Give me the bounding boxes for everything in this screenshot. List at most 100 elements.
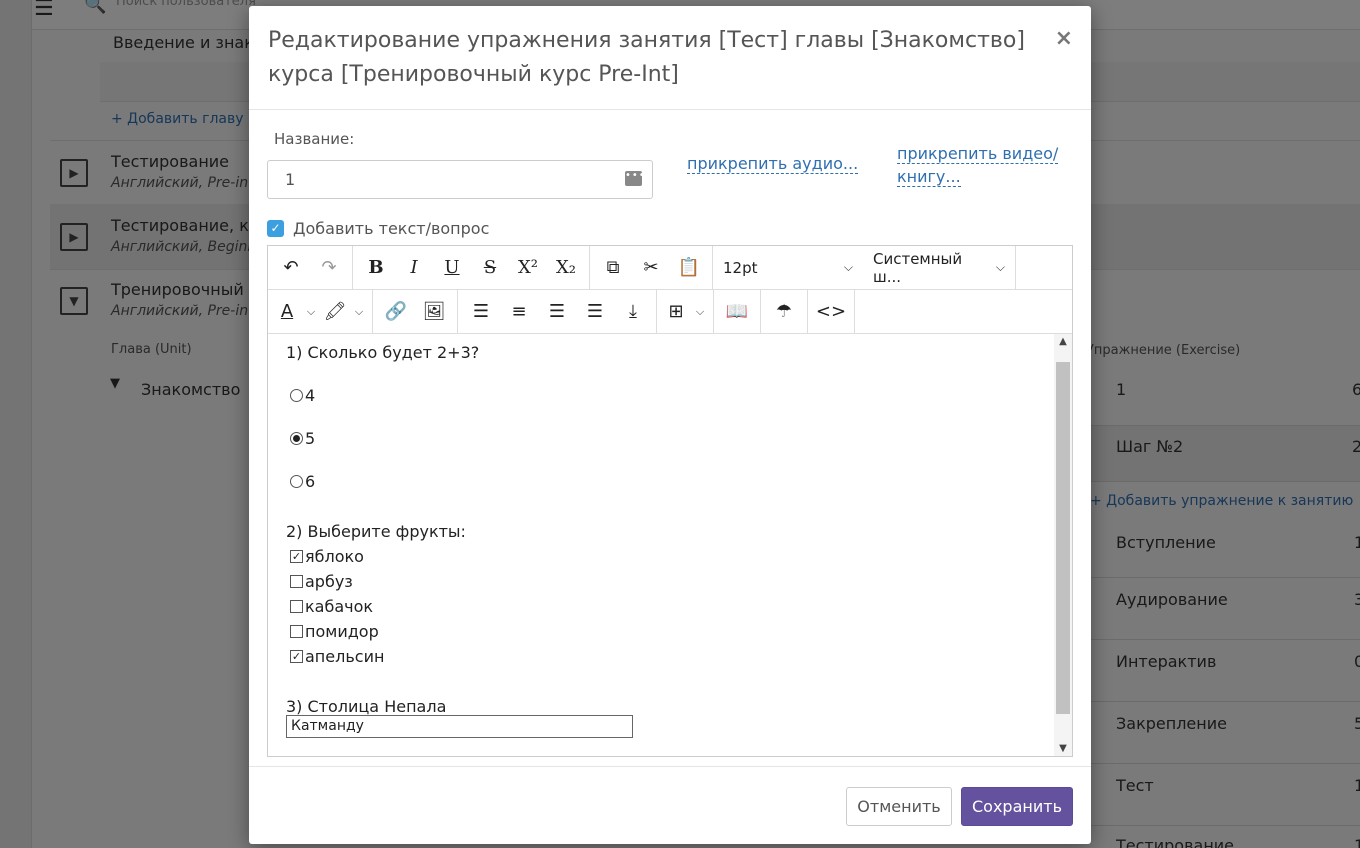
close-icon[interactable]: × <box>1055 26 1073 51</box>
redo-icon[interactable]: ↷ <box>310 251 348 285</box>
radio-option[interactable]: 6 <box>290 472 315 491</box>
radio-button[interactable] <box>290 432 303 445</box>
checkbox-option[interactable]: ✓ апельсин <box>290 647 384 666</box>
insert-group: 🔗 🖼 <box>373 290 458 333</box>
font-family-value: Системный ш... <box>873 249 963 286</box>
question-2: 2) Выберите фрукты: <box>286 522 466 541</box>
checkbox[interactable] <box>290 600 303 613</box>
dialog-footer: Отменить Сохранить <box>249 766 1091 844</box>
table-icon[interactable]: ⊞ <box>661 295 691 329</box>
cut-icon[interactable]: ✂ <box>632 251 670 285</box>
image-icon[interactable]: 🖼 <box>415 295 453 329</box>
source-code-icon[interactable]: <> <box>812 295 850 329</box>
font-group: 12pt ⌵ Системный ш... ⌵ <box>713 246 1016 289</box>
question-icon[interactable]: ☂ <box>765 295 803 329</box>
question-3: 3) Столица Непала <box>286 697 447 716</box>
history-group: ↶ ↷ <box>268 246 353 289</box>
align-right-icon[interactable]: ☰ <box>538 295 576 329</box>
undo-icon[interactable]: ↶ <box>272 251 310 285</box>
checkbox[interactable] <box>290 625 303 638</box>
clipboard-group: ⧉ ✂ 📋 <box>590 246 713 289</box>
radio-label: 5 <box>305 429 316 448</box>
font-size-select[interactable]: 12pt ⌵ <box>713 251 863 285</box>
toolbar-row-2: A ⌵ 🖍 ⌵ 🔗 🖼 ☰ ≡ ☰ ☰ ⤓ ⊞ ⌵ 📖 ☂ <> <box>268 290 1072 334</box>
align-justify-icon[interactable]: ☰ <box>576 295 614 329</box>
editor-scrollbar[interactable]: ▲ ▼ <box>1054 334 1072 756</box>
chevron-down-icon[interactable]: ⌵ <box>302 305 320 319</box>
toolbar-row-1: ↶ ↷ B I U S X² X₂ ⧉ ✂ 📋 12pt ⌵ Системный… <box>268 246 1072 290</box>
attach-video-link[interactable]: прикрепить видео/ книгу... <box>897 142 1067 188</box>
copy-icon[interactable]: ⧉ <box>594 251 632 285</box>
checkbox[interactable] <box>290 575 303 588</box>
scrollbar-thumb[interactable] <box>1056 362 1070 714</box>
checkbox[interactable]: ✓ <box>290 650 303 663</box>
dialog-title: Редактирование упражнения занятия [Тест]… <box>268 28 1025 87</box>
superscript-icon[interactable]: X² <box>509 251 547 285</box>
name-input[interactable] <box>267 160 653 199</box>
radio-button[interactable] <box>290 475 303 488</box>
format-group: B I U S X² X₂ <box>353 246 590 289</box>
checkbox[interactable]: ✓ <box>290 550 303 563</box>
add-text-label: Добавить текст/вопрос <box>293 219 490 238</box>
insert-break-icon[interactable]: ⤓ <box>614 295 652 329</box>
attach-video-line1: прикрепить видео/ <box>897 144 1059 164</box>
link-icon[interactable]: 🔗 <box>377 295 415 329</box>
radio-option[interactable]: 5 <box>290 429 315 448</box>
rich-text-editor: ↶ ↷ B I U S X² X₂ ⧉ ✂ 📋 12pt ⌵ Системный… <box>267 245 1073 757</box>
subscript-icon[interactable]: X₂ <box>547 251 585 285</box>
save-button[interactable]: Сохранить <box>961 787 1073 826</box>
editor-content[interactable]: 1) Сколько будет 2+3? 4 5 6 2) Выберите … <box>268 334 1054 756</box>
book-icon[interactable]: 📖 <box>718 295 756 329</box>
question-1: 1) Сколько будет 2+3? <box>286 343 480 362</box>
chevron-down-icon[interactable]: ⌵ <box>350 305 368 319</box>
chevron-down-icon: ⌵ <box>843 260 853 274</box>
more-options-icon[interactable]: ••• <box>625 171 645 186</box>
checkbox-option[interactable]: арбуз <box>290 572 353 591</box>
radio-label: 6 <box>305 472 316 491</box>
chevron-down-icon[interactable]: ⌵ <box>691 305 709 319</box>
align-left-icon[interactable]: ☰ <box>462 295 500 329</box>
add-text-checkbox-row[interactable]: ✓ Добавить текст/вопрос <box>267 219 489 238</box>
checkbox-label: кабачок <box>305 597 374 616</box>
add-text-checkbox[interactable]: ✓ <box>267 220 284 237</box>
radio-label: 4 <box>305 386 316 405</box>
table-button[interactable]: ⊞ ⌵ <box>661 295 709 329</box>
checkbox-option[interactable]: ✓ яблоко <box>290 547 364 566</box>
color-group: A ⌵ 🖍 ⌵ <box>268 290 373 333</box>
name-label: Название: <box>274 130 355 148</box>
radio-button[interactable] <box>290 389 303 402</box>
text-color-button[interactable]: A ⌵ <box>272 295 320 329</box>
checkbox-label: апельсин <box>305 647 385 666</box>
scroll-down-icon[interactable]: ▼ <box>1054 743 1072 754</box>
checkbox-label: яблоко <box>305 547 364 566</box>
paste-icon[interactable]: 📋 <box>670 251 708 285</box>
attach-audio-link[interactable]: прикрепить аудио... <box>687 154 859 174</box>
cancel-button[interactable]: Отменить <box>846 787 952 826</box>
dialog-header: Редактирование упражнения занятия [Тест]… <box>249 6 1091 110</box>
checkbox-label: арбуз <box>305 572 353 591</box>
highlight-color-button[interactable]: 🖍 ⌵ <box>320 295 368 329</box>
attach-video-line2: книгу... <box>897 167 961 187</box>
book-group: 📖 <box>714 290 761 333</box>
scroll-up-icon[interactable]: ▲ <box>1054 336 1072 347</box>
quiz-group: ☂ <box>761 290 808 333</box>
font-size-value: 12pt <box>723 258 758 277</box>
underline-icon[interactable]: U <box>433 251 471 285</box>
font-family-select[interactable]: Системный ш... ⌵ <box>863 249 1015 286</box>
edit-exercise-dialog: Редактирование упражнения занятия [Тест]… <box>249 6 1091 844</box>
checkbox-label: помидор <box>305 622 379 641</box>
align-center-icon[interactable]: ≡ <box>500 295 538 329</box>
checkbox-option[interactable]: кабачок <box>290 597 373 616</box>
answer-input[interactable]: Катманду <box>286 715 633 738</box>
italic-icon[interactable]: I <box>395 251 433 285</box>
text-color-icon[interactable]: A <box>272 295 302 329</box>
table-group: ⊞ ⌵ <box>657 290 714 333</box>
code-group: <> <box>808 290 855 333</box>
highlight-icon[interactable]: 🖍 <box>320 295 350 329</box>
radio-option[interactable]: 4 <box>290 386 315 405</box>
checkbox-option[interactable]: помидор <box>290 622 379 641</box>
align-group: ☰ ≡ ☰ ☰ ⤓ <box>458 290 657 333</box>
strikethrough-icon[interactable]: S <box>471 251 509 285</box>
bold-icon[interactable]: B <box>357 251 395 285</box>
chevron-down-icon: ⌵ <box>995 260 1005 274</box>
